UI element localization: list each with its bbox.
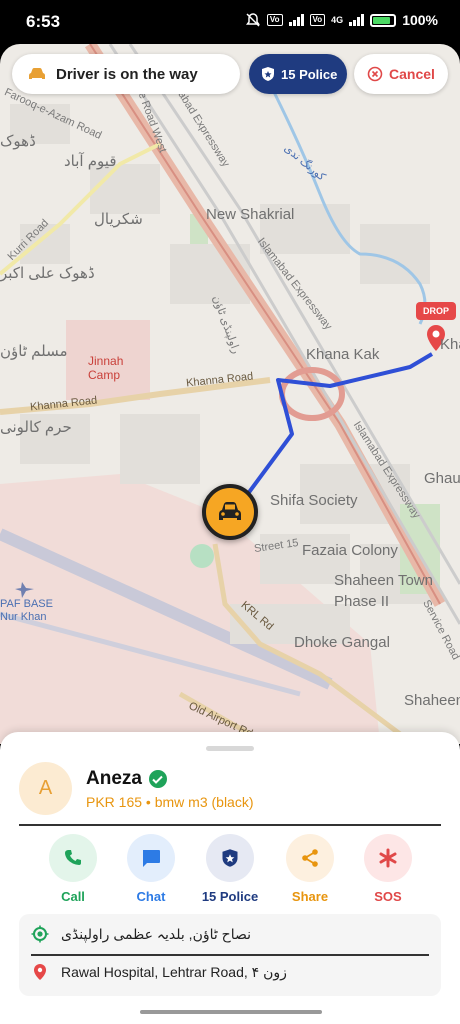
- action-buttons-row: Call Chat 15 Police Share SOS: [0, 834, 460, 904]
- car-icon: [219, 502, 241, 520]
- home-indicator: [140, 1010, 322, 1014]
- share-icon: [302, 849, 318, 867]
- map-canvas: [0, 44, 460, 744]
- volte-badge-2: Vo: [309, 14, 326, 26]
- map-label: PAF BASE Nur Khan: [0, 598, 53, 623]
- police-label: 15 Police: [281, 66, 338, 82]
- police-button[interactable]: 15 Police: [249, 54, 347, 94]
- cancel-button[interactable]: Cancel: [354, 54, 448, 94]
- drop-pin-icon: [34, 964, 46, 980]
- battery-icon: [370, 13, 397, 27]
- map-label: ڈھوک علی اکبر: [0, 265, 95, 282]
- status-icons: Vo Vo 4G 100%: [245, 12, 438, 28]
- battery-percent: 100%: [402, 12, 438, 28]
- chat-button[interactable]: Chat: [111, 834, 191, 904]
- drop-address: Rawal Hospital, Lehtrar Road, زون ۴: [61, 963, 287, 980]
- share-label: Share: [291, 889, 329, 904]
- driver-status-text: Driver is on the way: [56, 65, 198, 83]
- sos-label: SOS: [374, 889, 402, 904]
- status-time: 6:53: [26, 12, 61, 31]
- network-type: 4G: [331, 15, 344, 25]
- map-label: قیوم آباد: [64, 153, 117, 170]
- route-address-box: نصاح ٹاؤن, بلدیہ عظمی راولپنڈی Rawal Hos…: [19, 914, 441, 996]
- cancel-circle-icon: [367, 66, 383, 82]
- map-label: Ghau: [424, 470, 460, 487]
- share-button[interactable]: Share: [270, 834, 350, 904]
- sos-asterisk-icon: [379, 848, 397, 868]
- ride-bottom-sheet: A Aneza PKR 165 • bmw m3 (black) Call Ch…: [0, 732, 460, 1024]
- chat-icon: [143, 850, 160, 867]
- driver-name: Aneza: [86, 768, 142, 789]
- sos-button[interactable]: SOS: [348, 834, 428, 904]
- cancel-label: Cancel: [389, 66, 435, 82]
- share-circle[interactable]: [286, 834, 334, 882]
- volte-badge: Vo: [266, 14, 283, 26]
- pickup-location-icon: [31, 925, 49, 943]
- map-label: Jinnah Camp: [88, 354, 124, 382]
- status-bar: 6:53 Vo Vo 4G 100%: [0, 0, 460, 44]
- police-action-button[interactable]: 15 Police: [190, 834, 270, 904]
- driver-avatar: A: [19, 762, 72, 815]
- pickup-address: نصاح ٹاؤن, بلدیہ عظمی راولپنڈی: [61, 925, 252, 942]
- signal-icon: [288, 14, 304, 26]
- sheet-drag-handle[interactable]: [206, 746, 254, 751]
- pickup-address-row: نصاح ٹاؤن, بلدیہ عظمی راولپنڈی: [31, 922, 251, 946]
- mute-bell-icon: [245, 13, 260, 27]
- chat-circle[interactable]: [127, 834, 175, 882]
- driver-name-row: Aneza: [86, 768, 167, 790]
- divider: [31, 954, 429, 956]
- divider: [19, 824, 441, 826]
- map-label: Shaheen Te: [404, 692, 460, 709]
- map-label: Kha: [440, 336, 460, 353]
- map-label: Khana Kak: [306, 346, 380, 363]
- map-label: ڈھوک: [0, 133, 36, 150]
- map-label: Fazaia Colony: [302, 542, 398, 559]
- map-label: Shaheen Town Phase II: [334, 572, 433, 610]
- ride-fare-vehicle: PKR 165 • bmw m3 (black): [86, 794, 254, 810]
- police-action-label: 15 Police: [201, 889, 259, 904]
- map-label: شکریال: [94, 211, 143, 228]
- driver-car-marker[interactable]: [202, 480, 258, 540]
- police-shield-icon: [262, 67, 274, 81]
- map-label: حرم کالونی: [0, 419, 72, 436]
- signal-icon-2: [349, 14, 365, 26]
- police-shield-icon: [222, 849, 238, 867]
- car-icon: [29, 68, 45, 79]
- drop-address-row: Rawal Hospital, Lehtrar Road, زون ۴: [31, 960, 287, 984]
- call-circle[interactable]: [49, 834, 97, 882]
- phone-icon: [65, 850, 81, 865]
- call-label: Call: [61, 889, 85, 904]
- park-area: [190, 544, 214, 568]
- map-label: Shifa Society: [270, 492, 358, 509]
- map-label: مسلم ٹاؤن: [0, 343, 68, 360]
- drop-tag: DROP: [416, 302, 456, 320]
- verified-badge-icon: [148, 770, 167, 788]
- map-label: Dhoke Gangal: [294, 634, 390, 651]
- driver-status-chip: Driver is on the way: [12, 54, 240, 94]
- police-circle[interactable]: [206, 834, 254, 882]
- map-view[interactable]: Service Road West Islamabad Expressway I…: [0, 44, 460, 744]
- map-label: New Shakrial: [206, 206, 295, 223]
- sos-circle[interactable]: [364, 834, 412, 882]
- call-button[interactable]: Call: [33, 834, 113, 904]
- chat-label: Chat: [136, 889, 166, 904]
